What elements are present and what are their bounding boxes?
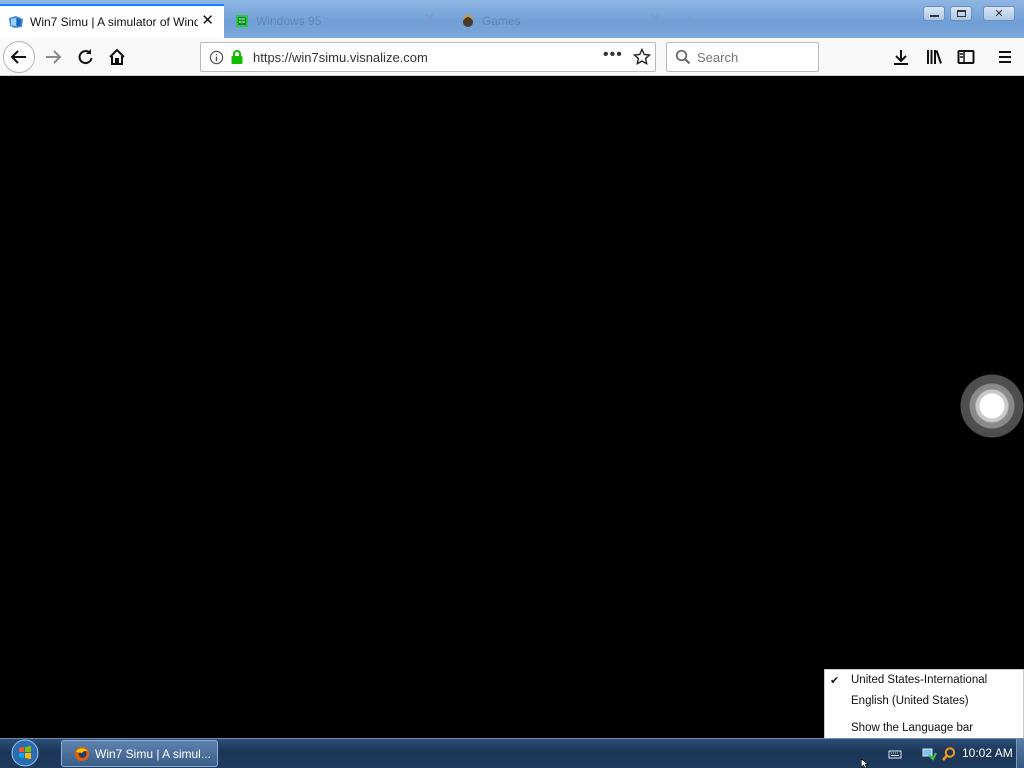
windows-start-icon (11, 739, 39, 767)
search-tray-icon[interactable] (941, 746, 957, 762)
menu-icon (999, 51, 1011, 63)
show-desktop-button[interactable] (1016, 739, 1024, 768)
loading-spinner-icon (960, 374, 1024, 438)
download-icon (894, 50, 908, 65)
firefox-icon (75, 746, 89, 761)
checkmark-icon: ✔ (830, 675, 840, 687)
network-icon[interactable] (921, 746, 937, 762)
tab-games[interactable]: Games ✕ (452, 4, 672, 38)
reload-icon (78, 49, 93, 65)
taskbar-item-firefox[interactable]: Win7 Simu | A simul... (61, 740, 218, 767)
forward-button[interactable] (38, 42, 68, 72)
show-language-bar-option[interactable]: Show the Language bar (851, 722, 973, 734)
close-tab-icon[interactable]: ✕ (201, 13, 214, 29)
tab-title: Win7 Simu | A simulator of Windows 7 (30, 15, 198, 29)
info-icon[interactable] (209, 50, 224, 65)
downloads-button[interactable] (886, 42, 916, 72)
menu-button[interactable] (990, 42, 1020, 72)
restore-icon (956, 10, 966, 17)
close-window-button[interactable]: ✕ (983, 6, 1015, 21)
search-input[interactable] (697, 48, 812, 66)
search-icon (675, 49, 691, 65)
clock[interactable]: 10:02 AM (962, 746, 1013, 760)
language-option-english-us[interactable]: English (United States) (851, 695, 969, 707)
page-actions-icon[interactable]: ••• (603, 46, 623, 64)
home-icon (109, 48, 125, 65)
bookmark-star-icon[interactable] (633, 48, 651, 66)
browser-title-bar: Win7 Simu | A simulator of Windows 7 ✕ W… (0, 0, 1024, 38)
back-button[interactable] (3, 41, 35, 73)
close-tab-icon[interactable]: ✕ (423, 11, 436, 27)
reload-button[interactable] (70, 42, 100, 72)
windows-95-favicon-icon (234, 13, 250, 29)
library-button[interactable] (919, 42, 949, 72)
close-tab-icon[interactable]: ✕ (649, 11, 662, 27)
sidebar-button[interactable] (951, 42, 981, 72)
back-arrow-icon (10, 50, 26, 64)
tab-title: Games (482, 14, 521, 28)
tab-win7-simu[interactable]: Win7 Simu | A simulator of Windows 7 ✕ (0, 4, 224, 38)
address-bar[interactable]: https://win7simu.visnalize.com ••• (200, 42, 656, 72)
lock-icon (231, 50, 243, 64)
keyboard-icon[interactable] (887, 746, 903, 762)
navigation-toolbar: https://win7simu.visnalize.com ••• (0, 38, 1024, 76)
minimize-button[interactable] (923, 6, 945, 21)
language-menu: ✔ United States-International English (U… (824, 669, 1024, 739)
win7-simu-favicon-icon (8, 14, 24, 30)
home-button[interactable] (102, 42, 132, 72)
sidebar-icon (957, 50, 975, 64)
games-favicon-icon (460, 13, 476, 29)
new-tab-icon[interactable]: + (684, 12, 693, 30)
url-text[interactable]: https://win7simu.visnalize.com (253, 50, 428, 65)
library-icon (927, 50, 942, 64)
search-bar[interactable] (666, 42, 819, 72)
minimize-icon (929, 15, 939, 17)
mouse-cursor-icon (860, 759, 869, 768)
page-content[interactable] (0, 77, 1024, 738)
tab-windows-95[interactable]: Windows 95 ✕ (226, 4, 446, 38)
language-option-us-international[interactable]: United States-International (851, 674, 987, 686)
forward-arrow-icon (46, 50, 62, 64)
restore-button[interactable] (950, 6, 972, 21)
start-button[interactable] (6, 738, 44, 768)
tab-title: Windows 95 (256, 14, 322, 28)
taskbar-item-label: Win7 Simu | A simul... (95, 746, 211, 761)
close-icon: ✕ (994, 8, 1004, 20)
